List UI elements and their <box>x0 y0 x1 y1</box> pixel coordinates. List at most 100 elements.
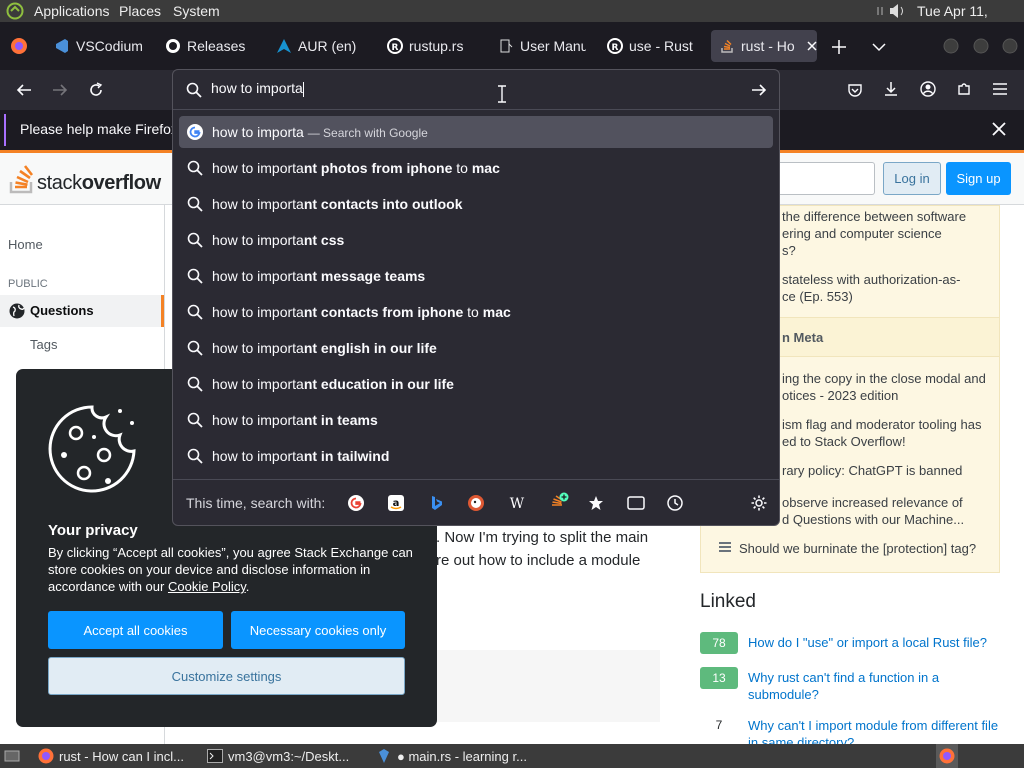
login-button[interactable]: Log in <box>883 162 941 195</box>
google-icon[interactable] <box>348 495 364 511</box>
suggestion-item[interactable]: how to important in tailwind <box>179 440 773 472</box>
suggestion-item[interactable]: how to important contacts into outlook <box>179 188 773 220</box>
search-icon <box>187 268 203 284</box>
taskbar-item-terminal[interactable]: vm3@vm3:~/Deskt... <box>207 746 367 766</box>
url-input[interactable]: how to importa <box>211 80 751 100</box>
blog-item[interactable]: stateless with authorization-as- ce (Ep.… <box>782 271 998 305</box>
ibeam-cursor-icon <box>498 85 506 103</box>
menu-system[interactable]: System <box>173 3 220 19</box>
wikipedia-icon[interactable]: W <box>508 495 526 511</box>
svg-text:R: R <box>392 43 399 53</box>
downloads-icon[interactable] <box>883 81 899 97</box>
menu-places[interactable]: Places <box>119 3 161 19</box>
necessary-cookies-button[interactable]: Necessary cookies only <box>231 611 405 649</box>
suggestion-item[interactable]: how to important education in our life <box>179 368 773 400</box>
suggestion-item[interactable]: how to important english in our life <box>179 332 773 364</box>
taskbar: rust - How can I incl... vm3@vm3:~/Deskt… <box>0 744 1024 768</box>
sidebar-item-home[interactable]: Home <box>8 237 43 252</box>
search-icon <box>187 412 203 428</box>
globe-icon <box>9 303 25 319</box>
sidebar-section-public: PUBLIC <box>8 278 48 290</box>
taskbar-item-firefox[interactable]: rust - How can I incl... <box>38 746 198 766</box>
linked-link[interactable]: Why rust can't find a function in a subm… <box>748 669 968 703</box>
suggestion-item[interactable]: how to important message teams <box>179 260 773 292</box>
menu-applications[interactable]: Applications <box>34 3 110 19</box>
meta-item[interactable]: ing the copy in the close modal and otic… <box>782 370 998 404</box>
show-desktop-icon[interactable] <box>4 749 20 763</box>
forward-arrow-icon[interactable] <box>52 82 68 98</box>
search-settings-gear-icon[interactable] <box>751 495 767 511</box>
divider <box>173 479 779 480</box>
tab-use-rust[interactable]: R use - Rust <box>607 30 697 62</box>
volume-icon[interactable] <box>876 3 906 19</box>
reload-icon[interactable] <box>88 82 104 98</box>
blog-item[interactable]: the difference between software ering an… <box>782 208 998 259</box>
sidebar-item-tags[interactable]: Tags <box>30 337 57 352</box>
suggestion-item[interactable]: how to important in teams <box>179 404 773 436</box>
bookmarks-icon[interactable] <box>588 495 604 511</box>
meta-item[interactable]: observe increased relevance of d Questio… <box>782 494 998 528</box>
amazon-icon[interactable]: a <box>388 495 404 511</box>
firefox-view-icon[interactable] <box>10 37 28 55</box>
suggestion-item[interactable]: how to important css <box>179 224 773 256</box>
close-notification-icon[interactable] <box>992 122 1006 136</box>
meta-item[interactable]: rary policy: ChatGPT is banned <box>782 462 998 479</box>
so-logo[interactable]: stackoverflow <box>8 164 161 194</box>
extensions-icon[interactable] <box>956 81 972 97</box>
close-tab-icon[interactable] <box>807 41 817 51</box>
window-controls[interactable] <box>941 38 1019 54</box>
suggestion-item[interactable]: how to important photos from iphone to m… <box>179 152 773 184</box>
taskbar-item-vscodium[interactable]: ● main.rs - learning r... <box>376 746 546 766</box>
linked-link[interactable]: How do I "use" or import a local Rust fi… <box>748 634 1008 651</box>
customize-settings-button[interactable]: Customize settings <box>48 657 405 695</box>
tab-user-manual[interactable]: User Manu <box>498 30 586 62</box>
meta-item[interactable]: ism flag and moderator tooling has ed to… <box>782 416 998 450</box>
account-icon[interactable] <box>920 81 936 97</box>
search-icon <box>187 340 203 356</box>
suggestion-google-search[interactable]: how to importa — Search with Google <box>179 116 773 148</box>
pocket-icon[interactable] <box>847 82 863 98</box>
tab-list-chevron-down-icon[interactable] <box>872 42 886 52</box>
duckduckgo-icon[interactable] <box>468 495 484 511</box>
accept-all-cookies-button[interactable]: Accept all cookies <box>48 611 223 649</box>
google-icon <box>187 124 203 140</box>
github-icon <box>166 39 180 53</box>
tab-rustup[interactable]: R rustup.rs <box>387 30 475 62</box>
history-icon[interactable] <box>667 495 683 511</box>
stackoverflow-add-icon[interactable] <box>549 492 569 511</box>
workspace-switcher[interactable] <box>936 744 958 768</box>
stackoverflow-icon <box>721 39 733 53</box>
tabs-icon[interactable] <box>627 496 645 510</box>
divider <box>173 109 779 110</box>
tab-aur[interactable]: AUR (en) <box>276 30 364 62</box>
tab-releases[interactable]: Releases <box>165 30 251 62</box>
search-icon <box>187 448 203 464</box>
new-tab-icon[interactable] <box>832 40 846 54</box>
linked-score: 7 <box>715 718 723 732</box>
stackexchange-icon <box>719 542 731 552</box>
hamburger-menu-icon[interactable] <box>992 82 1008 96</box>
meta-item[interactable]: Should we burninate the [protection] tag… <box>739 540 999 557</box>
distro-logo-icon[interactable] <box>6 2 24 20</box>
cookie-policy-link[interactable]: Cookie Policy <box>168 579 246 594</box>
bing-icon[interactable] <box>428 495 444 511</box>
linked-score: 13 <box>700 667 738 689</box>
suggestion-item[interactable]: how to important contacts from iphone to… <box>179 296 773 328</box>
sidebar-item-questions[interactable]: Questions <box>0 295 164 327</box>
text-caret <box>302 81 304 97</box>
tab-vscodium[interactable]: VSCodium <box>54 30 144 62</box>
back-arrow-icon[interactable] <box>16 82 32 98</box>
search-with-label: This time, search with: <box>186 495 326 511</box>
svg-text:W: W <box>510 496 525 511</box>
terminal-icon <box>207 749 223 763</box>
signup-button[interactable]: Sign up <box>946 162 1011 195</box>
cookie-icon <box>48 405 136 493</box>
go-arrow-icon[interactable] <box>751 83 767 97</box>
urlbar-dropdown: how to importa how to importa — Search w… <box>172 69 780 526</box>
notification-text: Please help make Firefox <box>20 121 178 137</box>
linked-link[interactable]: Why can't I import module from different… <box>748 717 1008 744</box>
svg-text:R: R <box>612 43 619 53</box>
notification-stripe <box>4 114 6 146</box>
tab-rust-so[interactable]: rust - Ho <box>711 30 817 62</box>
so-search-input[interactable] <box>778 162 875 195</box>
